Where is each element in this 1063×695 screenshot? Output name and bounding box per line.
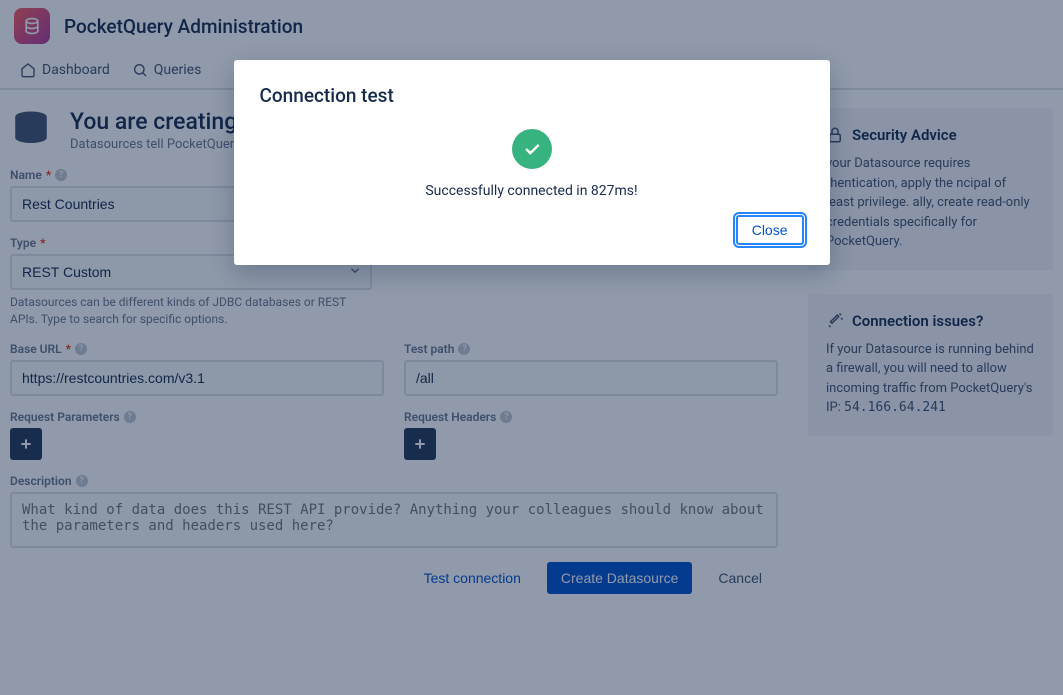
connection-test-modal: Connection test Successfully connected i… <box>234 60 830 265</box>
modal-title: Connection test <box>260 84 804 107</box>
close-button[interactable]: Close <box>736 215 804 245</box>
success-check-icon <box>512 129 552 169</box>
modal-message: Successfully connected in 827ms! <box>260 183 804 199</box>
